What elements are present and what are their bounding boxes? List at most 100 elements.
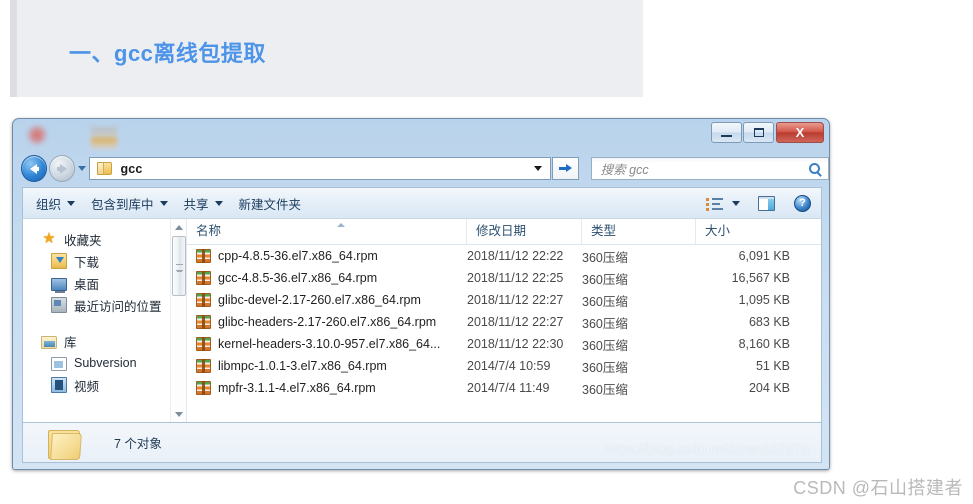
file-name-cell: cpp-4.8.5-36.el7.x86_64.rpm xyxy=(187,249,467,263)
archive-icon xyxy=(196,271,211,285)
star-icon: ★ xyxy=(42,230,56,247)
toolbar-item-label: 包含到库中 xyxy=(91,197,154,212)
file-date-cell: 2018/11/12 22:30 xyxy=(467,337,564,351)
archive-icon xyxy=(196,249,211,263)
sidebar-item-label: 收藏夹 xyxy=(64,233,102,248)
toolbar-right-group: ? xyxy=(706,188,821,218)
archive-icon xyxy=(196,337,211,351)
toolbar-item-label: 新建文件夹 xyxy=(238,197,302,212)
sidebar-item-recent-places[interactable]: 最近访问的位置 xyxy=(23,294,186,316)
file-name: mpfr-3.1.1-4.el7.x86_64.rpm xyxy=(218,381,376,395)
navigation-pane: ★ 收藏夹 下载 桌面 最近访问的位置 库 Subversion 视频 xyxy=(23,219,187,422)
file-name: gcc-4.8.5-36.el7.x86_64.rpm xyxy=(218,271,378,285)
file-date-cell: 2014/7/4 11:49 xyxy=(467,381,550,395)
file-name-cell: glibc-headers-2.17-260.el7.x86_64.rpm xyxy=(187,315,467,329)
file-name: glibc-headers-2.17-260.el7.x86_64.rpm xyxy=(218,315,437,329)
sidebar-item-desktop[interactable]: 桌面 xyxy=(23,272,186,294)
file-size-cell: 6,091 KB xyxy=(738,249,790,263)
toolbar-item-organize[interactable]: 组织 xyxy=(28,188,83,218)
column-header-size[interactable]: 大小 xyxy=(696,219,806,244)
file-list-pane: 名称 修改日期 类型 大小 cpp-4.8.5-36.el7.x86_64.rp… xyxy=(187,219,821,422)
file-type-cell: 360压缩 xyxy=(582,250,628,265)
file-name: glibc-devel-2.17-260.el7.x86_64.rpm xyxy=(218,293,421,307)
watermark-url: https://blog.csdn.net/zhan107876 xyxy=(604,441,809,456)
sort-ascending-icon xyxy=(337,223,345,227)
forward-button[interactable] xyxy=(49,155,76,182)
archive-icon xyxy=(196,315,211,329)
file-date-cell: 2018/11/12 22:22 xyxy=(467,249,564,263)
go-button[interactable] xyxy=(552,157,579,180)
sidebar-item-videos[interactable]: 视频 xyxy=(23,374,186,396)
maximize-icon xyxy=(753,128,764,137)
preview-pane-icon[interactable] xyxy=(758,195,775,211)
blurred-red-icon xyxy=(27,125,47,145)
close-button[interactable]: X xyxy=(776,122,824,143)
scrollbar-thumb[interactable] xyxy=(172,236,186,296)
column-header-name[interactable]: 名称 xyxy=(187,219,467,244)
table-row[interactable]: cpp-4.8.5-36.el7.x86_64.rpm 2018/11/12 2… xyxy=(187,245,821,267)
file-date-cell: 2018/11/12 22:25 xyxy=(467,271,564,285)
toolbar-item-label: 共享 xyxy=(183,197,209,212)
desktop-icon xyxy=(51,277,67,293)
go-arrow-icon xyxy=(559,164,573,173)
file-type-cell: 360压缩 xyxy=(582,316,628,331)
back-arrow-icon xyxy=(29,163,37,174)
file-date-cell: 2018/11/12 22:27 xyxy=(467,293,564,307)
file-size-cell: 683 KB xyxy=(748,315,790,329)
table-row[interactable]: glibc-headers-2.17-260.el7.x86_64.rpm 20… xyxy=(187,311,821,333)
table-row[interactable]: glibc-devel-2.17-260.el7.x86_64.rpm 2018… xyxy=(187,289,821,311)
minimize-button[interactable] xyxy=(711,122,742,143)
table-row[interactable]: libmpc-1.0.1-3.el7.x86_64.rpm 2014/7/4 1… xyxy=(187,355,821,377)
list-view-icon[interactable] xyxy=(706,197,723,211)
toolbar-item-share[interactable]: 共享 xyxy=(176,188,231,218)
chevron-down-icon[interactable] xyxy=(732,200,740,206)
sidebar-item-downloads[interactable]: 下载 xyxy=(23,250,186,272)
file-type-cell: 360压缩 xyxy=(582,360,628,375)
navigation-scrollbar[interactable] xyxy=(170,219,186,422)
chevron-down-icon xyxy=(67,200,76,206)
column-header-date[interactable]: 修改日期 xyxy=(467,219,582,244)
table-row[interactable]: kernel-headers-3.10.0-957.el7.x86_64... … xyxy=(187,333,821,355)
column-header-type[interactable]: 类型 xyxy=(582,219,696,244)
search-input[interactable]: 搜索 gcc xyxy=(590,157,829,180)
file-type-cell: 360压缩 xyxy=(582,272,628,287)
maximize-button[interactable] xyxy=(743,122,774,143)
help-icon[interactable]: ? xyxy=(794,194,811,212)
sidebar-item-subversion[interactable]: Subversion xyxy=(23,352,186,374)
article-heading-block: 一、gcc离线包提取 xyxy=(10,0,643,97)
window-controls: X xyxy=(710,122,824,144)
file-list-rows: cpp-4.8.5-36.el7.x86_64.rpm 2018/11/12 2… xyxy=(187,245,821,399)
toolbar-item-new-folder[interactable]: 新建文件夹 xyxy=(231,188,310,218)
toolbar-item-include-in-library[interactable]: 包含到库中 xyxy=(83,188,176,218)
chevron-down-icon[interactable] xyxy=(534,166,543,171)
column-header-label: 名称 xyxy=(196,224,222,238)
folder-icon xyxy=(97,162,113,175)
archive-icon xyxy=(196,359,211,373)
file-size-cell: 51 KB xyxy=(755,359,790,373)
history-dropdown-icon[interactable] xyxy=(78,166,87,171)
archive-icon xyxy=(196,381,211,395)
back-button[interactable] xyxy=(21,155,48,182)
sidebar-item-favorites[interactable]: ★ 收藏夹 xyxy=(23,228,186,250)
table-row[interactable]: mpfr-3.1.1-4.el7.x86_64.rpm 2014/7/4 11:… xyxy=(187,377,821,399)
search-placeholder: 搜索 gcc xyxy=(600,163,649,177)
file-list-column-header: 名称 修改日期 类型 大小 xyxy=(187,219,821,245)
file-type-cell: 360压缩 xyxy=(582,338,628,353)
table-row[interactable]: gcc-4.8.5-36.el7.x86_64.rpm 2018/11/12 2… xyxy=(187,267,821,289)
file-name-cell: kernel-headers-3.10.0-957.el7.x86_64... xyxy=(187,337,467,351)
sidebar-item-label: 库 xyxy=(64,335,77,350)
scroll-down-arrow-icon[interactable] xyxy=(171,406,186,422)
chevron-down-icon xyxy=(214,200,223,206)
file-name: kernel-headers-3.10.0-957.el7.x86_64... xyxy=(218,337,441,351)
sidebar-item-libraries[interactable]: 库 xyxy=(23,330,186,352)
file-name-cell: glibc-devel-2.17-260.el7.x86_64.rpm xyxy=(187,293,467,307)
file-name-cell: mpfr-3.1.1-4.el7.x86_64.rpm xyxy=(187,381,467,395)
library-icon xyxy=(41,335,57,349)
download-folder-icon xyxy=(51,253,67,269)
address-bar-input[interactable]: gcc xyxy=(89,157,552,180)
scroll-up-arrow-icon[interactable] xyxy=(171,219,186,235)
file-size-cell: 16,567 KB xyxy=(731,271,790,285)
archive-icon xyxy=(196,293,211,307)
sidebar-item-label: 视频 xyxy=(74,379,100,394)
address-bar-row: gcc 搜索 gcc xyxy=(13,152,829,185)
